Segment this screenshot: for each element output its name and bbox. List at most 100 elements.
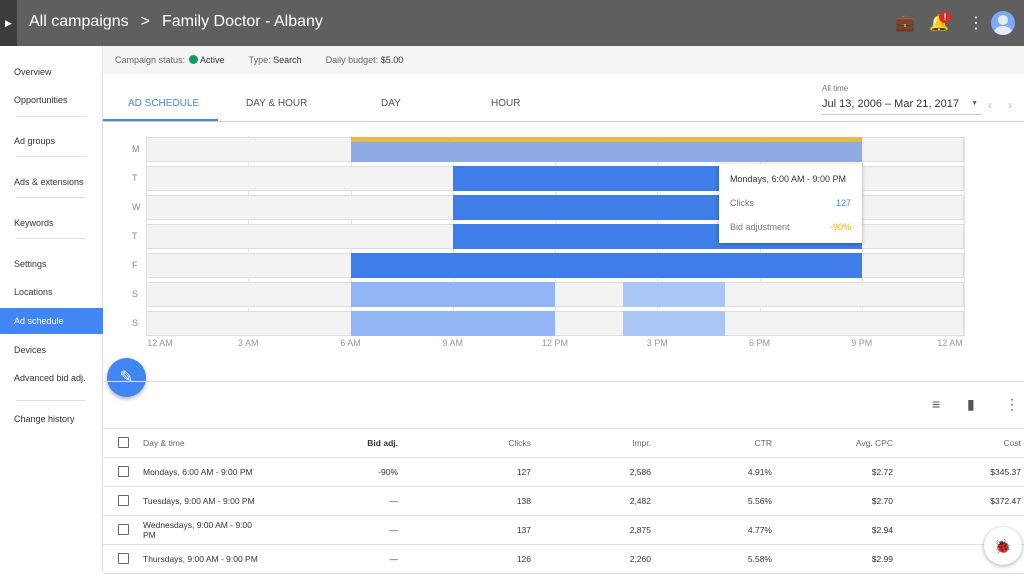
day-label: W	[132, 202, 141, 212]
schedule-block[interactable]	[623, 311, 726, 336]
table-row[interactable]: Tuesdays, 9:00 AM - 9:00 PM —138 2,482 5.56…	[103, 486, 1024, 516]
x-tick-label: 3 AM	[237, 338, 259, 348]
cell-clicks: 127	[398, 457, 531, 487]
schedule-table: Day & time Bid adj. Clicks Impr. CTR Avg…	[103, 428, 1024, 574]
schedule-block[interactable]	[623, 282, 726, 307]
briefcase-icon[interactable]: 💼	[895, 13, 915, 33]
sidebar-divider	[16, 238, 86, 239]
day-label: T	[132, 231, 138, 241]
cell-bid-adj: -90%	[273, 457, 398, 487]
cell-ctr: 4.91%	[651, 457, 772, 487]
more-vert-icon[interactable]: ⋮	[1005, 396, 1019, 413]
schedule-block[interactable]	[350, 282, 555, 307]
sidebar: Overview Opportunities Ad groups Ads & exte…	[0, 46, 103, 572]
row-checkbox[interactable]	[118, 523, 129, 535]
sidebar-item-advanced-bid-adj[interactable]: Advanced bid adj.	[0, 365, 103, 391]
sidebar-toggle-button[interactable]: ▶	[0, 0, 17, 46]
cell-bid-adj: —	[273, 544, 398, 574]
date-range-select[interactable]: Jul 13, 2006 – Mar 21, 2017 ▼	[822, 98, 982, 115]
cell-avg-cpc: $2.72	[772, 457, 893, 487]
cell-impr: 2,260	[531, 544, 651, 574]
col-cost[interactable]: Cost	[893, 428, 1024, 458]
budget-label: Daily budget:	[325, 55, 379, 65]
x-tick-label: 6 PM	[748, 338, 771, 348]
schedule-block[interactable]	[350, 253, 862, 278]
date-range-value: Jul 13, 2006 – Mar 21, 2017	[822, 98, 959, 110]
prev-period-button[interactable]: ‹	[988, 98, 992, 112]
tab-day[interactable]: DAY	[381, 98, 401, 109]
cell-ctr: 4.77%	[651, 515, 772, 545]
sidebar-item-locations[interactable]: Locations	[0, 279, 103, 305]
sidebar-item-ad-groups[interactable]: Ad groups	[0, 128, 103, 154]
tab-bar: AD SCHEDULE DAY & HOUR DAY HOUR All time…	[103, 74, 1024, 122]
sidebar-divider	[16, 116, 86, 117]
sidebar-item-change-history[interactable]: Change history	[0, 406, 103, 432]
sidebar-item-opportunities[interactable]: Opportunities	[0, 87, 103, 113]
x-tick-label: 6 AM	[340, 338, 361, 348]
col-day-time[interactable]: Day & time	[143, 428, 273, 458]
divider	[103, 381, 1024, 382]
cell-day-time: Mondays, 6:00 AM - 9:00 PM	[143, 457, 273, 487]
select-all-checkbox[interactable]	[118, 436, 129, 448]
avatar[interactable]	[991, 11, 1015, 35]
row-checkbox[interactable]	[118, 552, 129, 564]
date-range-label: All time	[822, 84, 849, 93]
breadcrumb-all-campaigns[interactable]: All campaigns	[29, 13, 129, 31]
sidebar-divider	[16, 197, 86, 198]
day-row[interactable]	[146, 282, 964, 307]
status-label: Campaign status:	[115, 55, 186, 65]
x-tick-label: 9 AM	[442, 338, 464, 348]
next-period-button[interactable]: ›	[1008, 98, 1012, 112]
tab-hour[interactable]: HOUR	[491, 98, 520, 109]
cell-impr: 2,586	[531, 457, 651, 487]
top-bar: ▶ All campaigns > Family Doctor - Albany…	[0, 0, 1024, 46]
dropdown-arrow-icon: ▼	[971, 100, 978, 107]
bug-report-button[interactable]: 🐞	[984, 527, 1022, 565]
table-row[interactable]: Mondays, 6:00 AM - 9:00 PM -90% 127 2,586 4.…	[103, 457, 1024, 487]
breadcrumb-campaign: Family Doctor - Albany	[161, 13, 323, 30]
schedule-block[interactable]	[350, 311, 555, 336]
day-label: T	[132, 173, 138, 183]
filter-icon[interactable]: ≡	[932, 396, 940, 412]
schedule-tooltip: Mondays, 6:00 AM - 9:00 PM Clicks 127 Bid…	[719, 164, 862, 243]
day-row[interactable]	[146, 311, 964, 336]
campaign-status-bar: Campaign status: Active Type: Search Dail…	[103, 46, 1024, 74]
sidebar-item-ad-schedule[interactable]: Ad schedule	[0, 308, 103, 334]
tooltip-bid-value: -90%	[829, 222, 851, 232]
notification-badge: !	[939, 11, 951, 23]
col-avg-cpc[interactable]: Avg. CPC	[772, 428, 893, 458]
schedule-block[interactable]	[350, 137, 862, 162]
tooltip-clicks-value: 127	[835, 198, 851, 208]
edit-fab-button[interactable]: ✎	[107, 358, 146, 397]
more-vert-icon[interactable]: ⋮	[968, 13, 984, 33]
sidebar-item-settings[interactable]: Settings	[0, 251, 103, 277]
sidebar-divider	[16, 400, 86, 401]
col-clicks[interactable]: Clicks	[398, 428, 531, 458]
cell-day-time: Thursdays, 9:00 AM - 9:00 PM	[143, 544, 273, 574]
columns-icon[interactable]: ▮​	[967, 396, 975, 413]
col-impr[interactable]: Impr.	[531, 428, 651, 458]
tooltip-bid-label: Bid adjustment	[730, 222, 790, 232]
cell-day-time: Tuesdays, 9:00 AM - 9:00 PM	[143, 486, 273, 516]
table-row[interactable]: Wednesdays, 9:00 AM - 9:00 PM —137 2,875 4.…	[103, 515, 1024, 545]
x-tick-label: 3 PM	[646, 338, 668, 348]
col-ctr[interactable]: CTR	[651, 428, 772, 458]
table-row[interactable]: Thursdays, 9:00 AM - 9:00 PM —126 2,260 5.5…	[103, 544, 1024, 574]
grid-line	[964, 136, 965, 336]
day-label: F	[132, 260, 138, 270]
row-checkbox[interactable]	[118, 465, 129, 477]
col-bid-adj[interactable]: Bid adj.	[273, 428, 398, 458]
sidebar-item-ads-extensions[interactable]: Ads & extensions	[0, 169, 103, 195]
sidebar-item-overview[interactable]: Overview	[0, 59, 103, 85]
tab-day-hour[interactable]: DAY & HOUR	[246, 98, 307, 109]
type-value: Search	[273, 55, 302, 65]
type-label: Type:	[248, 55, 271, 65]
row-checkbox[interactable]	[118, 494, 129, 506]
table-header-row: Day & time Bid adj. Clicks Impr. CTR Avg…	[103, 428, 1024, 458]
sidebar-item-keywords[interactable]: Keywords	[0, 210, 103, 236]
tab-ad-schedule[interactable]: AD SCHEDULE	[128, 98, 199, 109]
sidebar-item-devices[interactable]: Devices	[0, 337, 103, 363]
cell-cost: $345.37	[893, 457, 1024, 487]
tooltip-clicks-label: Clicks	[730, 198, 754, 208]
x-tick-label: 12 PM	[541, 338, 569, 348]
